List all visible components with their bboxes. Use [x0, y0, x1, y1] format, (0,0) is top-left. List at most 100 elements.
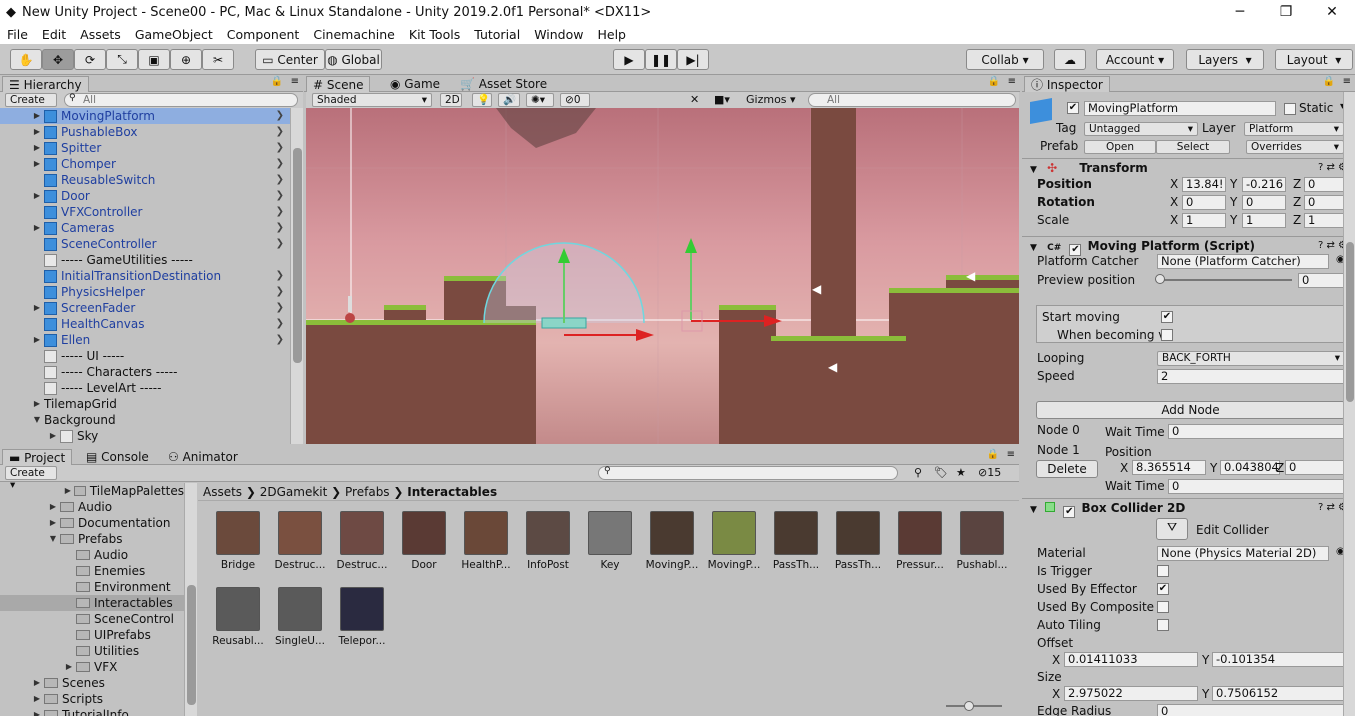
p-z-field[interactable]: 0	[1304, 177, 1346, 192]
expand-arrow-icon[interactable]: ▶	[30, 675, 44, 691]
expand-arrow-icon[interactable]: ▶	[30, 108, 44, 124]
menu-window[interactable]: Window	[527, 27, 590, 42]
asset-item[interactable]: Key	[580, 511, 640, 571]
pivot-center-button[interactable]: ▭ Center	[255, 49, 325, 70]
p-x-field[interactable]: 13.84!	[1182, 177, 1226, 192]
lock-icon[interactable]: 🔒	[1323, 76, 1335, 87]
layout-dropdown[interactable]: Layout ▾	[1275, 49, 1353, 70]
hierarchy-item[interactable]: ▶ Cameras ❯	[0, 220, 290, 236]
offset-x-field[interactable]: 0.01411033	[1064, 652, 1198, 667]
asset-item[interactable]: Telepor...	[332, 587, 392, 647]
looping-dropdown[interactable]: BACK_FORTH ▾	[1157, 351, 1345, 366]
expand-arrow-icon[interactable]: ▶	[30, 220, 44, 236]
menu-assets[interactable]: Assets	[73, 27, 128, 42]
size-y-field[interactable]: 0.7506152	[1212, 686, 1346, 701]
folder-item[interactable]: ▶ TileMapPalettes	[0, 483, 184, 499]
folder-item[interactable]: ▶ VFX	[0, 659, 184, 675]
expand-arrow-icon[interactable]: ▶	[30, 332, 44, 348]
expand-arrow-icon[interactable]: ▶	[30, 124, 44, 140]
folder-item[interactable]: Environment	[0, 579, 184, 595]
scale-tool-icon[interactable]: ⤡	[106, 49, 138, 70]
asset-item[interactable]: MovingP...	[704, 511, 764, 571]
layer-dropdown[interactable]: Platform ▾	[1244, 122, 1344, 136]
expand-arrow-icon[interactable]: ▶	[62, 659, 76, 675]
asset-item[interactable]: Pressur...	[890, 511, 950, 571]
move-tool-icon[interactable]: ✥	[42, 49, 74, 70]
menu-file[interactable]: File	[0, 27, 35, 42]
project-create-dropdown[interactable]: Create ▾	[5, 466, 57, 491]
play-button[interactable]: ▶	[613, 49, 645, 70]
node1-x-field[interactable]: 8.365514	[1132, 460, 1206, 475]
auto-tiling-checkbox[interactable]	[1157, 619, 1169, 631]
folder-item[interactable]: ▶ Scenes	[0, 675, 184, 691]
expand-arrow-icon[interactable]: ▶	[30, 396, 44, 412]
asset-item[interactable]: SingleU...	[270, 587, 330, 647]
scene-view[interactable]: ◀ ◀ ◀	[306, 108, 1019, 444]
breadcrumb-item[interactable]: Prefabs	[345, 485, 390, 499]
filter-type-icon[interactable]: ⚲	[914, 466, 922, 479]
asset-item[interactable]: HealthP...	[456, 511, 516, 571]
cloud-icon[interactable]: ☁	[1054, 49, 1086, 70]
zoom-slider-track[interactable]	[946, 705, 1002, 707]
hierarchy-item[interactable]: ▶ Sky	[0, 428, 290, 444]
prefab-open-button[interactable]: Open	[1084, 140, 1156, 154]
hierarchy-scroll-thumb[interactable]	[293, 148, 302, 363]
folder-item[interactable]: ▶ TutorialInfo	[0, 707, 184, 716]
hierarchy-scrollbar[interactable]	[290, 108, 303, 444]
panel-menu-icon[interactable]: ≡	[1008, 76, 1016, 87]
panel-menu-icon[interactable]: ≡	[1343, 76, 1351, 87]
folder-item[interactable]: Enemies	[0, 563, 184, 579]
size-x-field[interactable]: 2.975022	[1064, 686, 1198, 701]
project-tree-scrollbar[interactable]	[184, 483, 197, 716]
effects-icon[interactable]: ✺▾	[526, 93, 554, 107]
material-field[interactable]: None (Physics Material 2D)	[1157, 546, 1329, 561]
breadcrumb-item[interactable]: 2DGamekit	[260, 485, 328, 499]
folder-item[interactable]: ▼ Prefabs	[0, 531, 184, 547]
edit-collider-button[interactable]: ⛛	[1156, 518, 1188, 540]
expand-arrow-icon[interactable]: ▶	[46, 515, 60, 531]
moving-platform-header[interactable]: ▼ C# ✔ Moving Platform (Script) ? ⇄ ⚙	[1022, 236, 1355, 256]
hierarchy-item[interactable]: ▶ TilemapGrid	[0, 396, 290, 412]
hierarchy-item[interactable]: ReusableSwitch ❯	[0, 172, 290, 188]
when-becoming-visible-checkbox[interactable]	[1161, 329, 1173, 341]
panel-menu-icon[interactable]: ≡	[1007, 449, 1015, 460]
prefab-open-icon[interactable]: ❯	[276, 204, 284, 220]
expand-arrow-icon[interactable]: ▶	[62, 483, 74, 499]
overrides-dropdown[interactable]: Overrides ▾	[1246, 140, 1344, 154]
tab-animator[interactable]: ⚇ Animator	[162, 449, 244, 465]
lock-icon[interactable]: 🔒	[271, 76, 283, 87]
expand-arrow-icon[interactable]: ▶	[30, 140, 44, 156]
prefab-open-icon[interactable]: ❯	[276, 316, 284, 332]
prefab-open-icon[interactable]: ❯	[276, 156, 284, 172]
prefab-open-icon[interactable]: ❯	[276, 268, 284, 284]
used-by-effector-checkbox[interactable]: ✔	[1157, 583, 1169, 595]
asset-item[interactable]: Pushabl...	[952, 511, 1012, 571]
step-button[interactable]: ▶|	[677, 49, 709, 70]
inspector-scrollbar[interactable]	[1343, 92, 1355, 716]
hierarchy-item[interactable]: ▶ PushableBox ❯	[0, 124, 290, 140]
s-y-field[interactable]: 1	[1242, 213, 1286, 228]
menu-cinemachine[interactable]: Cinemachine	[306, 27, 402, 42]
hierarchy-create-dropdown[interactable]: Create ▾	[5, 93, 57, 118]
audio-icon[interactable]: 🔊	[498, 93, 520, 107]
collab-dropdown[interactable]: Collab ▾	[966, 49, 1044, 70]
asset-item[interactable]: Reusabl...	[208, 587, 268, 647]
tab-game[interactable]: ◉ Game	[384, 76, 446, 92]
node1-y-field[interactable]: 0.0438044	[1220, 460, 1280, 475]
maximize-button[interactable]: ❐	[1263, 0, 1309, 24]
prefab-open-icon[interactable]: ❯	[276, 300, 284, 316]
panel-menu-icon[interactable]: ≡	[291, 76, 299, 87]
edge-radius-field[interactable]: 0	[1157, 704, 1346, 716]
expand-arrow-icon[interactable]: ▶	[30, 691, 44, 707]
asset-item[interactable]: PassTh...	[828, 511, 888, 571]
node1-wait-field[interactable]: 0	[1168, 479, 1346, 494]
expand-arrow-icon[interactable]: ▶	[46, 428, 60, 444]
hand-tool-icon[interactable]: ✋	[10, 49, 42, 70]
offset-y-field[interactable]: -0.101354	[1212, 652, 1346, 667]
hierarchy-item[interactable]: SceneController ❯	[0, 236, 290, 252]
hidden-packages-icon[interactable]: ⊘15	[978, 466, 1001, 479]
folder-item[interactable]: ▶ Scripts	[0, 691, 184, 707]
folder-item[interactable]: ▶ Documentation	[0, 515, 184, 531]
hierarchy-item[interactable]: ▶ Door ❯	[0, 188, 290, 204]
asset-item[interactable]: Bridge	[208, 511, 268, 571]
